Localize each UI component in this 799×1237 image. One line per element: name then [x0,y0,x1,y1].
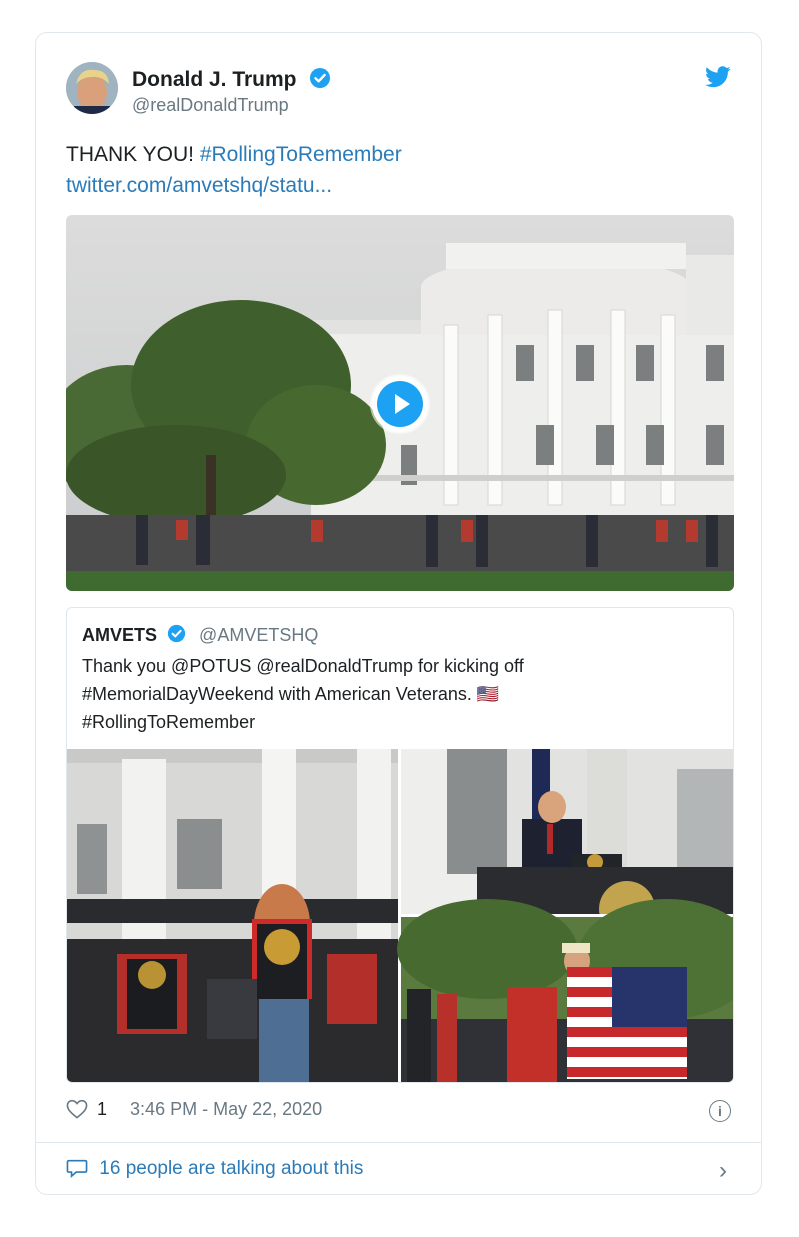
timestamp[interactable]: 3:46 PM - May 22, 2020 [130,1099,322,1119]
divider [36,1142,761,1143]
chevron-right-icon[interactable]: › [719,1157,727,1185]
avatar[interactable] [66,62,118,114]
tweet-text-plain: THANK YOU! [66,143,200,166]
info-icon[interactable]: i [709,1100,731,1122]
status-link[interactable]: twitter.com/amvetshq/statu... [66,174,332,197]
video-thumbnail[interactable] [66,215,734,591]
photo-veteran-flag [397,899,733,1082]
talking-count[interactable]: 16 people are talking about this [99,1158,363,1179]
verified-badge-icon [309,67,331,89]
quoted-author-row[interactable]: AMVETS @AMVETSHQ [82,624,318,646]
play-icon [377,381,423,427]
quoted-text: Thank you @POTUS @realDonaldTrump for ki… [82,652,702,736]
heart-icon[interactable] [66,1099,88,1119]
author-handle[interactable]: @realDonaldTrump [132,95,289,116]
conversation-link[interactable]: 16 people are talking about this [66,1158,363,1180]
quoted-photo-grid [67,749,733,1082]
quoted-text-line: #MemorialDayWeekend with American Vetera… [82,684,500,704]
embedded-tweet-card: Donald J. Trump @realDonaldTrump THANK Y… [35,32,762,1195]
quoted-text-line: #RollingToRemember [82,712,256,732]
author-name[interactable]: Donald J. Trump [132,68,297,91]
hashtag-link[interactable]: #RollingToRemember [200,143,402,166]
twitter-bird-icon[interactable] [705,66,731,88]
quoted-text-line: Thank you @POTUS @realDonaldTrump for ki… [82,656,524,676]
tweet-meta: 1 3:46 PM - May 22, 2020 [66,1099,322,1120]
author-name-row[interactable]: Donald J. Trump [132,67,331,92]
quoted-tweet[interactable]: AMVETS @AMVETSHQ Thank you @POTUS @realD… [66,607,734,1083]
play-button[interactable] [372,376,428,432]
like-count[interactable]: 1 [97,1099,107,1119]
tweet-text: THANK YOU! #RollingToRemember twitter.co… [66,139,402,201]
speech-bubble-icon [66,1158,88,1178]
quoted-author-handle[interactable]: @AMVETSHQ [199,625,318,645]
quoted-author-name[interactable]: AMVETS [82,625,157,645]
photo-veterans-portico [67,749,398,1082]
verified-badge-icon [167,624,186,643]
